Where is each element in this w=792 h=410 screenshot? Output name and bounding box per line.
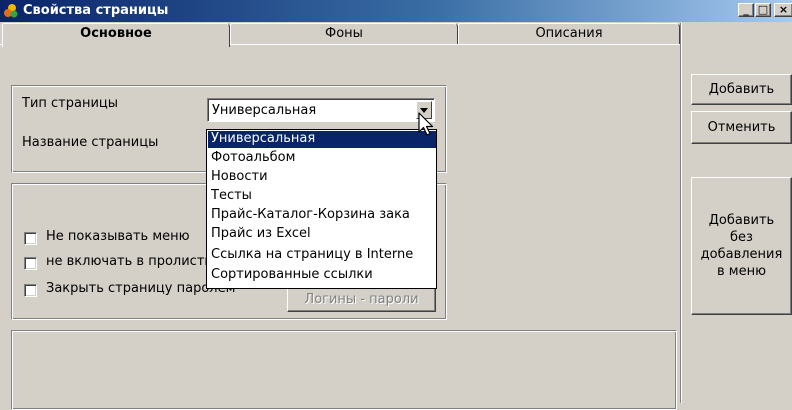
add-without-menu-button[interactable]: Добавить без добавления в меню <box>691 177 792 315</box>
hide-menu-checkbox[interactable] <box>24 232 37 245</box>
cancel-button[interactable]: Отменить <box>691 111 792 144</box>
panel-divider <box>680 23 682 403</box>
close-button[interactable]: × <box>774 3 792 17</box>
page-type-label: Тип страницы <box>22 96 119 111</box>
dropdown-option[interactable]: Прайс-Каталог-Корзина зака <box>208 207 436 224</box>
logins-passwords-button[interactable]: Логины - пароли <box>287 286 436 312</box>
dropdown-option[interactable]: Ссылка на страницу в Interne <box>208 247 436 264</box>
mouse-cursor-icon <box>418 112 434 136</box>
title-bar[interactable]: Свойства страницы _ □ × <box>0 0 792 22</box>
tab-main[interactable]: Основное <box>2 23 230 47</box>
dropdown-option[interactable]: Тесты <box>208 188 436 205</box>
dropdown-option[interactable]: Сортированные ссылки <box>208 267 436 284</box>
page-type-dropdown-list[interactable]: Универсальная Фотоальбом Новости Тесты П… <box>206 129 437 289</box>
password-checkbox[interactable] <box>24 284 37 297</box>
tab-backgrounds[interactable]: Фоны <box>230 23 458 45</box>
dropdown-option[interactable]: Фотоальбом <box>208 150 436 167</box>
hide-menu-label[interactable]: Не показывать меню <box>46 229 190 244</box>
dropdown-option[interactable]: Прайс из Excel <box>208 226 436 243</box>
page-type-value: Универсальная <box>212 103 317 118</box>
add-button[interactable]: Добавить <box>691 74 792 105</box>
tab-descriptions[interactable]: Описания <box>458 23 680 45</box>
app-icon <box>4 4 18 18</box>
page-name-label: Название страницы <box>22 135 159 150</box>
bottom-group <box>11 330 677 410</box>
maximize-button[interactable]: □ <box>755 3 771 17</box>
minimize-button[interactable]: _ <box>738 3 754 17</box>
page-type-select[interactable]: Универсальная <box>207 98 435 122</box>
window-title: Свойства страницы <box>23 3 169 18</box>
exclude-scroll-checkbox[interactable] <box>24 257 37 270</box>
dropdown-option[interactable]: Новости <box>208 169 436 186</box>
dropdown-option[interactable]: Универсальная <box>208 131 436 148</box>
